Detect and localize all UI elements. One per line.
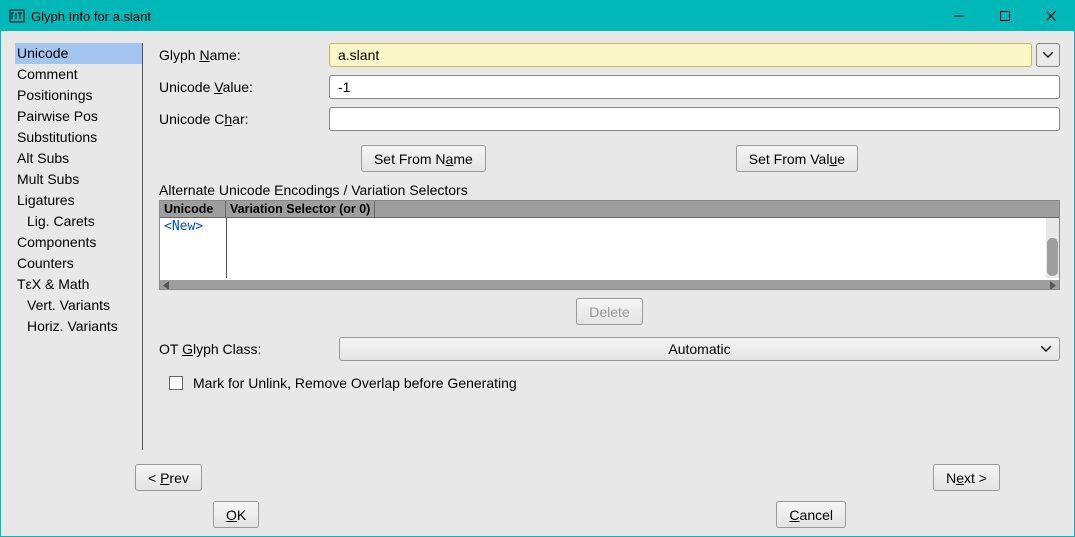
ot-glyph-class-select[interactable]: Automatic bbox=[339, 337, 1060, 361]
ot-glyph-class-label: OT Glyph Class: bbox=[159, 341, 339, 357]
set-from-row: Set From Name Set From Value bbox=[159, 145, 1060, 172]
client-area: UnicodeCommentPositioningsPairwise PosSu… bbox=[1, 31, 1074, 536]
sidebar-item-alt-subs[interactable]: Alt Subs bbox=[15, 148, 142, 169]
window-title: Glyph Info for a.slant bbox=[31, 9, 936, 24]
col-variation-selector[interactable]: Variation Selector (or 0) bbox=[226, 201, 375, 217]
unicode-char-label: Unicode Char: bbox=[159, 111, 329, 127]
sidebar-item-vert-variants[interactable]: Vert. Variants bbox=[15, 295, 142, 316]
sidebar-item-unicode[interactable]: Unicode bbox=[15, 43, 142, 64]
column-divider bbox=[226, 218, 227, 278]
mark-unlink-checkbox[interactable] bbox=[169, 376, 183, 390]
sidebar-item-substitutions[interactable]: Substitutions bbox=[15, 127, 142, 148]
ot-glyph-class-row: OT Glyph Class: Automatic bbox=[159, 337, 1060, 361]
scroll-thumb[interactable] bbox=[1047, 238, 1058, 276]
close-button[interactable] bbox=[1028, 1, 1074, 31]
set-from-value-button[interactable]: Set From Value bbox=[736, 145, 858, 172]
sidebar: UnicodeCommentPositioningsPairwise PosSu… bbox=[15, 43, 143, 450]
unicode-value-row: Unicode Value: bbox=[159, 75, 1060, 99]
sidebar-item-lig-carets[interactable]: Lig. Carets bbox=[15, 211, 142, 232]
glyph-name-input[interactable] bbox=[329, 43, 1032, 67]
glyph-name-dropdown-button[interactable] bbox=[1036, 43, 1060, 67]
window: Glyph Info for a.slant UnicodeCommentPos… bbox=[0, 0, 1075, 537]
app-icon bbox=[9, 8, 25, 24]
glyph-name-label: Glyph Name: bbox=[159, 47, 329, 63]
sidebar-item-mult-subs[interactable]: Mult Subs bbox=[15, 169, 142, 190]
sidebar-item-pairwise-pos[interactable]: Pairwise Pos bbox=[15, 106, 142, 127]
alternate-encodings-table[interactable]: Unicode Variation Selector (or 0) <New> bbox=[159, 200, 1060, 290]
scroll-right-icon[interactable] bbox=[1046, 280, 1059, 290]
chevron-down-icon bbox=[1041, 346, 1051, 352]
sidebar-item-positionings[interactable]: Positionings bbox=[15, 85, 142, 106]
maximize-button[interactable] bbox=[982, 1, 1028, 31]
sidebar-item-t-x-math[interactable]: TεX & Math bbox=[15, 274, 142, 295]
vertical-scrollbar[interactable] bbox=[1046, 218, 1059, 278]
chevron-down-icon bbox=[1043, 52, 1053, 58]
next-button[interactable]: Next > bbox=[933, 464, 1000, 491]
glyph-name-row: Glyph Name: bbox=[159, 43, 1060, 67]
ok-button[interactable]: OK bbox=[213, 501, 259, 528]
cancel-button[interactable]: Cancel bbox=[776, 501, 846, 528]
footer-row: OK Cancel bbox=[15, 497, 1060, 528]
alternate-encodings-heading: Alternate Unicode Encodings / Variation … bbox=[159, 182, 1060, 198]
horizontal-scrollbar[interactable] bbox=[160, 280, 1059, 290]
mark-unlink-label: Mark for Unlink, Remove Overlap before G… bbox=[193, 375, 517, 391]
minimize-icon bbox=[954, 11, 964, 21]
new-row[interactable]: <New> bbox=[160, 218, 1059, 235]
sidebar-item-counters[interactable]: Counters bbox=[15, 253, 142, 274]
unicode-char-input[interactable] bbox=[329, 107, 1060, 131]
table-body: <New> bbox=[160, 218, 1059, 280]
sidebar-item-comment[interactable]: Comment bbox=[15, 64, 142, 85]
maximize-icon bbox=[1000, 11, 1010, 21]
unicode-value-input[interactable] bbox=[329, 75, 1060, 99]
sidebar-item-components[interactable]: Components bbox=[15, 232, 142, 253]
col-unicode[interactable]: Unicode bbox=[160, 201, 226, 217]
titlebar: Glyph Info for a.slant bbox=[1, 1, 1074, 31]
nav-row: < Prev Next > bbox=[15, 450, 1060, 495]
delete-row: Delete bbox=[159, 298, 1060, 325]
unicode-char-row: Unicode Char: bbox=[159, 107, 1060, 131]
mark-unlink-row: Mark for Unlink, Remove Overlap before G… bbox=[159, 375, 1060, 391]
minimize-button[interactable] bbox=[936, 1, 982, 31]
sidebar-item-horiz-variants[interactable]: Horiz. Variants bbox=[15, 316, 142, 337]
scroll-left-icon[interactable] bbox=[160, 280, 173, 290]
content-panel: Glyph Name: Unicode Value: Unicode Ch bbox=[143, 43, 1060, 450]
close-icon bbox=[1046, 11, 1056, 21]
unicode-value-label: Unicode Value: bbox=[159, 79, 329, 95]
delete-button: Delete bbox=[576, 298, 642, 325]
table-header: Unicode Variation Selector (or 0) bbox=[160, 201, 1059, 218]
upper-area: UnicodeCommentPositioningsPairwise PosSu… bbox=[15, 43, 1060, 450]
set-from-name-button[interactable]: Set From Name bbox=[361, 145, 486, 172]
prev-button[interactable]: < Prev bbox=[135, 464, 202, 491]
sidebar-item-ligatures[interactable]: Ligatures bbox=[15, 190, 142, 211]
window-controls bbox=[936, 1, 1074, 31]
